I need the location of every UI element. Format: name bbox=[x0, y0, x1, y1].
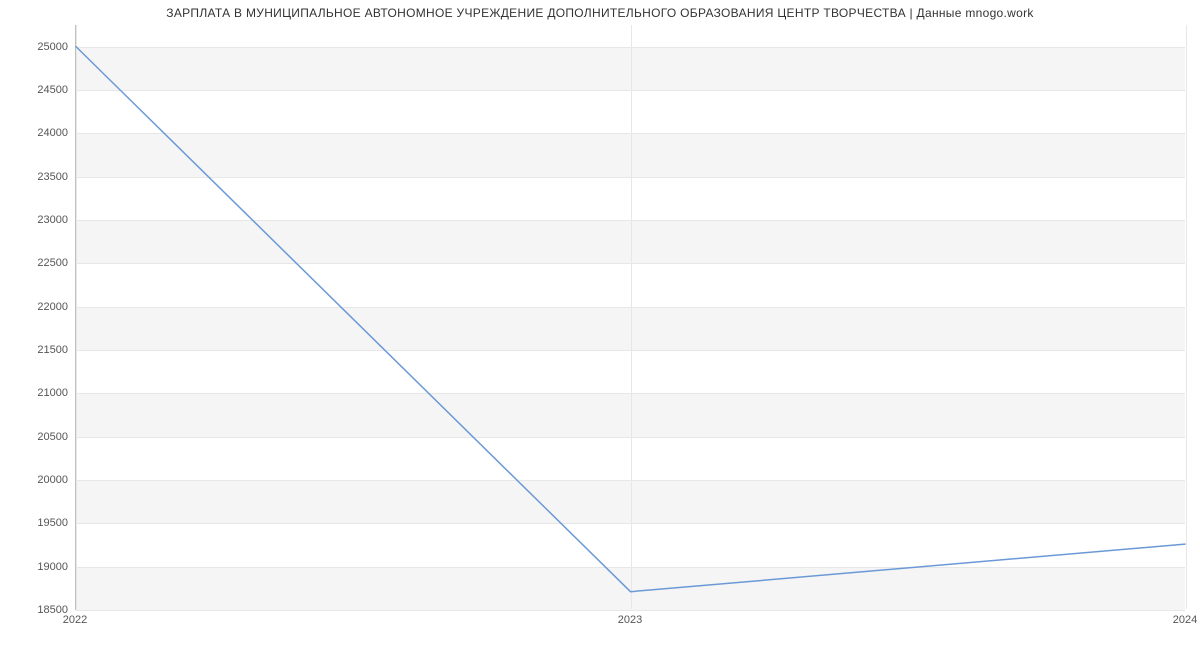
y-tick-label: 22500 bbox=[8, 257, 68, 269]
y-tick-label: 21500 bbox=[8, 344, 68, 356]
gridline-vertical bbox=[1186, 25, 1187, 609]
plot-area bbox=[75, 25, 1185, 610]
line-layer bbox=[76, 25, 1185, 609]
y-tick-label: 23500 bbox=[8, 171, 68, 183]
y-tick-label: 20500 bbox=[8, 431, 68, 443]
series-line bbox=[76, 47, 1185, 592]
y-tick-label: 19000 bbox=[8, 561, 68, 573]
y-tick-label: 24500 bbox=[8, 84, 68, 96]
chart-container: ЗАРПЛАТА В МУНИЦИПАЛЬНОЕ АВТОНОМНОЕ УЧРЕ… bbox=[0, 0, 1200, 650]
y-tick-label: 18500 bbox=[8, 604, 68, 616]
y-tick-label: 19500 bbox=[8, 517, 68, 529]
y-tick-label: 25000 bbox=[8, 41, 68, 53]
y-tick-label: 24000 bbox=[8, 127, 68, 139]
y-tick-label: 21000 bbox=[8, 387, 68, 399]
gridline-horizontal bbox=[76, 610, 1185, 611]
y-tick-label: 22000 bbox=[8, 301, 68, 313]
x-tick-label: 2023 bbox=[618, 614, 642, 626]
y-tick-label: 20000 bbox=[8, 474, 68, 486]
x-tick-label: 2024 bbox=[1173, 614, 1197, 626]
x-tick-label: 2022 bbox=[63, 614, 87, 626]
y-tick-label: 23000 bbox=[8, 214, 68, 226]
chart-title: ЗАРПЛАТА В МУНИЦИПАЛЬНОЕ АВТОНОМНОЕ УЧРЕ… bbox=[0, 6, 1200, 20]
